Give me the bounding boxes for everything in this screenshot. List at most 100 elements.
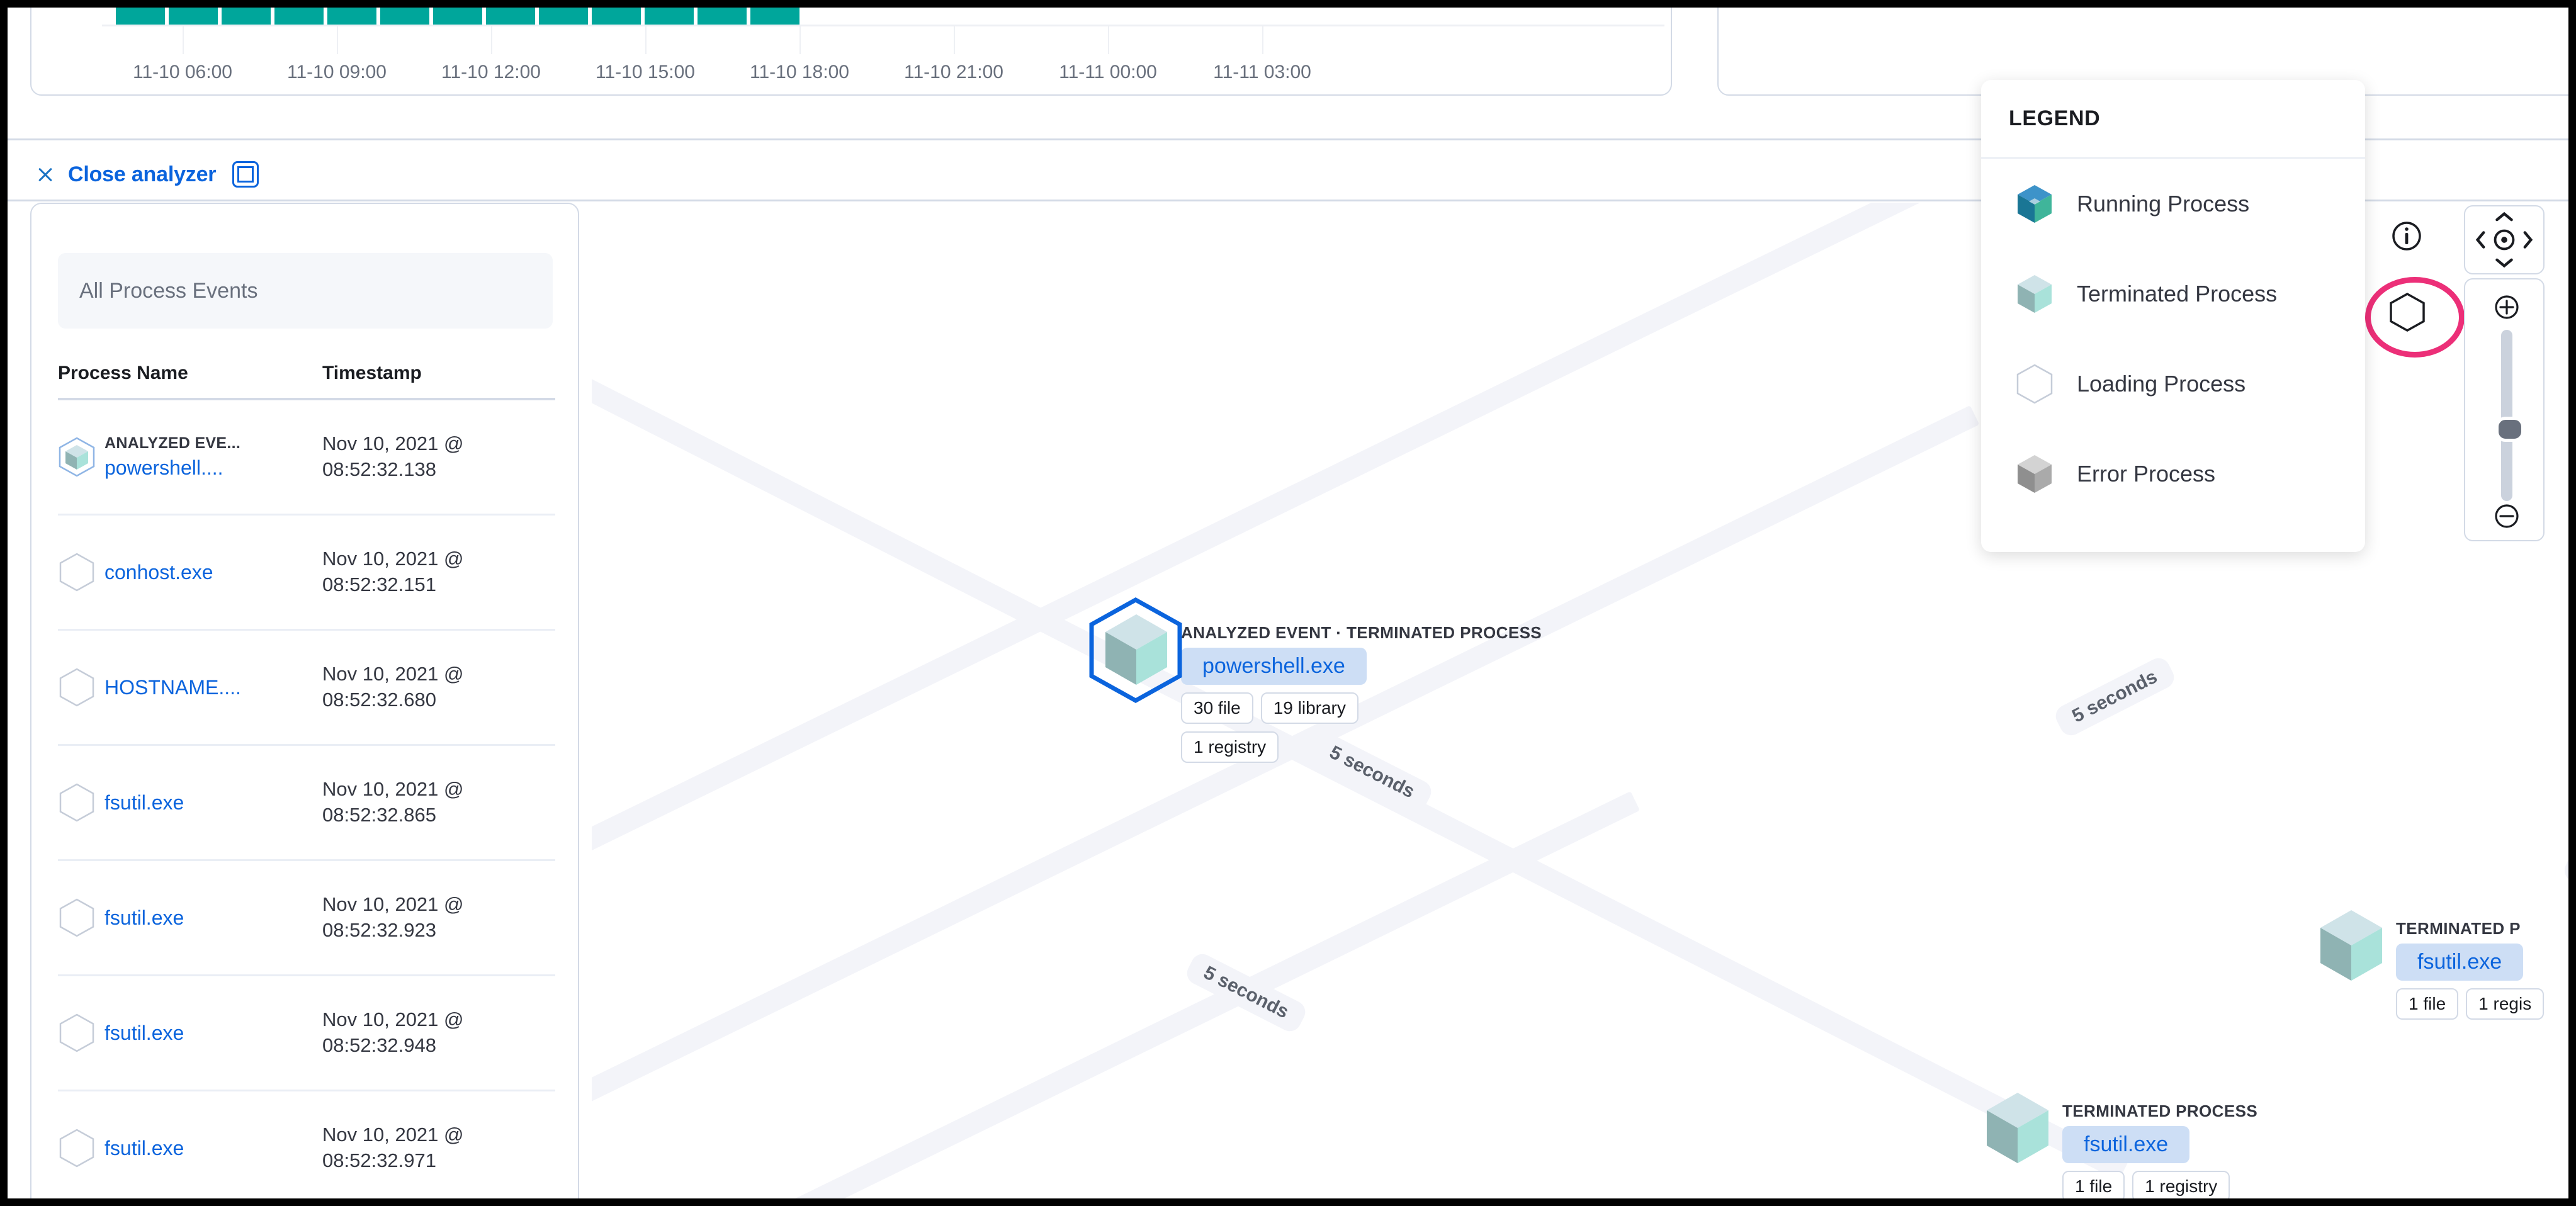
histogram-bar[interactable] bbox=[116, 8, 165, 26]
timestamp-date: Nov 10, 2021 @ bbox=[322, 778, 464, 801]
close-icon[interactable] bbox=[33, 162, 58, 187]
process-events-panel: All Process Events Process Name Timestam… bbox=[30, 203, 579, 1198]
analyzed-event-ring bbox=[1089, 597, 1182, 704]
zoom-slider-thumb[interactable] bbox=[2495, 417, 2524, 442]
legend-item-label: Terminated Process bbox=[2077, 280, 2278, 307]
loading-process-hexagon-icon bbox=[59, 668, 94, 707]
pan-control[interactable] bbox=[2464, 205, 2545, 274]
app-window: 0 11-10 06:0011-10 09:0011-10 12:0011-10… bbox=[0, 0, 2576, 1206]
histogram-bar[interactable] bbox=[645, 8, 694, 26]
loading-process-hexagon-icon bbox=[59, 553, 94, 592]
timestamp-date: Nov 10, 2021 @ bbox=[322, 1124, 464, 1146]
timestamp-time: 08:52:32.151 bbox=[322, 573, 437, 595]
zoom-out-icon[interactable] bbox=[2494, 504, 2519, 529]
histogram-bar[interactable] bbox=[698, 8, 747, 26]
zoom-slider-track[interactable] bbox=[2501, 330, 2512, 501]
table-row[interactable]: ANALYZED EVE... powershell.... Nov 10, 202… bbox=[58, 400, 555, 516]
loading-process-hexagon-icon bbox=[2016, 364, 2053, 403]
node-badge[interactable]: 1 file bbox=[2396, 988, 2459, 1020]
node-name-label[interactable]: powershell.exe bbox=[1181, 648, 1367, 685]
histogram-bar[interactable] bbox=[380, 8, 429, 26]
x-axis-tick bbox=[183, 26, 184, 54]
histogram-bar[interactable] bbox=[222, 8, 271, 26]
timestamp-time: 08:52:32.680 bbox=[322, 689, 437, 711]
process-name-link[interactable]: fsutil.exe bbox=[105, 1137, 184, 1160]
graph-node-powershell[interactable]: ANALYZED EVENT · TERMINATED PROCESS powe… bbox=[1089, 597, 1542, 763]
terminated-process-cube-icon bbox=[1987, 1093, 2048, 1163]
legend-item: Error Process bbox=[1981, 429, 2365, 519]
node-badge[interactable]: 1 registry bbox=[1181, 731, 1279, 763]
edge-label-duration: 5 seconds bbox=[2052, 654, 2178, 740]
hexagon-toggle-icon[interactable] bbox=[2388, 292, 2426, 332]
chevron-right-icon bbox=[2523, 231, 2533, 249]
edge-label-duration-partial: on bbox=[2560, 825, 2568, 889]
node-name-label[interactable]: fsutil.exe bbox=[2396, 944, 2524, 981]
histogram-bar[interactable] bbox=[750, 8, 799, 26]
process-name-link[interactable]: powershell.... bbox=[105, 456, 240, 480]
table-row[interactable]: HOSTNAME.... Nov 10, 2021 @ 08:52:32.680 bbox=[58, 631, 555, 746]
terminated-process-cube-icon bbox=[2018, 274, 2052, 313]
node-badge[interactable]: 1 registry bbox=[2132, 1171, 2230, 1198]
node-name-label[interactable]: fsutil.exe bbox=[2062, 1126, 2190, 1163]
process-name-link[interactable]: conhost.exe bbox=[105, 561, 213, 584]
timestamp-date: Nov 10, 2021 @ bbox=[322, 548, 464, 570]
process-name-link[interactable]: fsutil.exe bbox=[105, 1022, 184, 1045]
node-badges: 30 file 19 library 1 registry bbox=[1181, 692, 1445, 763]
search-input-value: All Process Events bbox=[79, 278, 258, 303]
process-name-link[interactable]: HOSTNAME.... bbox=[105, 676, 241, 699]
legend-item: Running Process bbox=[1981, 159, 2365, 249]
histogram-bar[interactable] bbox=[433, 8, 482, 26]
table-body: ANALYZED EVE... powershell.... Nov 10, 202… bbox=[58, 400, 555, 1198]
loading-process-hexagon-icon bbox=[59, 1013, 94, 1052]
histogram-bar[interactable] bbox=[486, 8, 535, 26]
process-events-search[interactable]: All Process Events bbox=[58, 253, 553, 329]
node-badge[interactable]: 30 file bbox=[1181, 692, 1253, 724]
zoom-control[interactable] bbox=[2464, 278, 2545, 541]
process-events-table: Process Name Timestamp ANALYZED EVE... po… bbox=[58, 363, 555, 1198]
timestamp-date: Nov 10, 2021 @ bbox=[322, 1008, 464, 1031]
table-row[interactable]: fsutil.exe Nov 10, 2021 @ 08:52:32.971 bbox=[58, 1091, 555, 1198]
x-axis-tick bbox=[491, 26, 492, 54]
close-analyzer-button[interactable]: Close analyzer bbox=[68, 162, 217, 187]
histogram-bar[interactable] bbox=[327, 8, 376, 26]
node-badge[interactable]: 1 file bbox=[2062, 1171, 2125, 1198]
x-axis-tick bbox=[337, 26, 338, 54]
process-name-link[interactable]: fsutil.exe bbox=[105, 791, 184, 814]
loading-process-hexagon-icon bbox=[59, 783, 94, 822]
node-badge[interactable]: 19 library bbox=[1260, 692, 1359, 724]
histogram-bar[interactable] bbox=[539, 8, 588, 26]
timestamp-cell: Nov 10, 2021 @ 08:52:32.923 bbox=[322, 892, 555, 944]
legend-items: Running Process Terminated Process Loading… bbox=[1981, 159, 2365, 519]
node-kind-label: TERMINATED PROCESS bbox=[2062, 1102, 2258, 1120]
graph-node-fsutil-middle[interactable]: TERMINATED PROCESS fsutil.exe 1 file 1 r… bbox=[1983, 1090, 2257, 1198]
timestamp-cell: Nov 10, 2021 @ 08:52:32.971 bbox=[322, 1122, 555, 1174]
histogram-bar[interactable] bbox=[169, 8, 218, 26]
table-row[interactable]: fsutil.exe Nov 10, 2021 @ 08:52:32.948 bbox=[58, 976, 555, 1091]
chevron-left-icon bbox=[2475, 231, 2485, 249]
timestamp-cell: Nov 10, 2021 @ 08:52:32.151 bbox=[322, 546, 555, 598]
graph-node-fsutil-right[interactable]: TERMINATED P fsutil.exe 1 file 1 regis bbox=[2317, 908, 2545, 1020]
table-row[interactable]: conhost.exe Nov 10, 2021 @ 08:52:32.151 bbox=[58, 516, 555, 631]
terminated-process-cube-icon bbox=[2320, 910, 2382, 981]
x-axis-tick bbox=[1262, 26, 1263, 54]
table-row[interactable]: fsutil.exe Nov 10, 2021 @ 08:52:32.923 bbox=[58, 861, 555, 976]
node-badge[interactable]: 1 regis bbox=[2466, 988, 2545, 1020]
legend-panel: LEGEND Running Process Terminated Process… bbox=[1981, 80, 2365, 552]
timestamp-cell: Nov 10, 2021 @ 08:52:32.680 bbox=[322, 662, 555, 713]
analyzer-toolbar: Close analyzer bbox=[33, 151, 259, 198]
error-process-cube-icon bbox=[2018, 454, 2052, 493]
column-header-timestamp: Timestamp bbox=[322, 363, 422, 383]
timestamp-time: 08:52:32.923 bbox=[322, 919, 437, 941]
timestamp-cell: Nov 10, 2021 @ 08:52:32.948 bbox=[322, 1007, 555, 1059]
node-badges: 1 file 1 registry bbox=[2062, 1171, 2257, 1198]
fullscreen-icon[interactable] bbox=[232, 161, 259, 188]
zoom-in-icon[interactable] bbox=[2494, 295, 2519, 320]
timestamp-time: 08:52:32.138 bbox=[322, 458, 437, 480]
histogram-bar[interactable] bbox=[274, 8, 324, 26]
process-name-link[interactable]: fsutil.exe bbox=[105, 906, 184, 930]
table-row[interactable]: fsutil.exe Nov 10, 2021 @ 08:52:32.865 bbox=[58, 746, 555, 861]
histogram-bar[interactable] bbox=[592, 8, 641, 26]
timestamp-date: Nov 10, 2021 @ bbox=[322, 893, 464, 916]
info-icon[interactable] bbox=[2391, 220, 2422, 252]
x-axis-tick bbox=[1108, 26, 1109, 54]
